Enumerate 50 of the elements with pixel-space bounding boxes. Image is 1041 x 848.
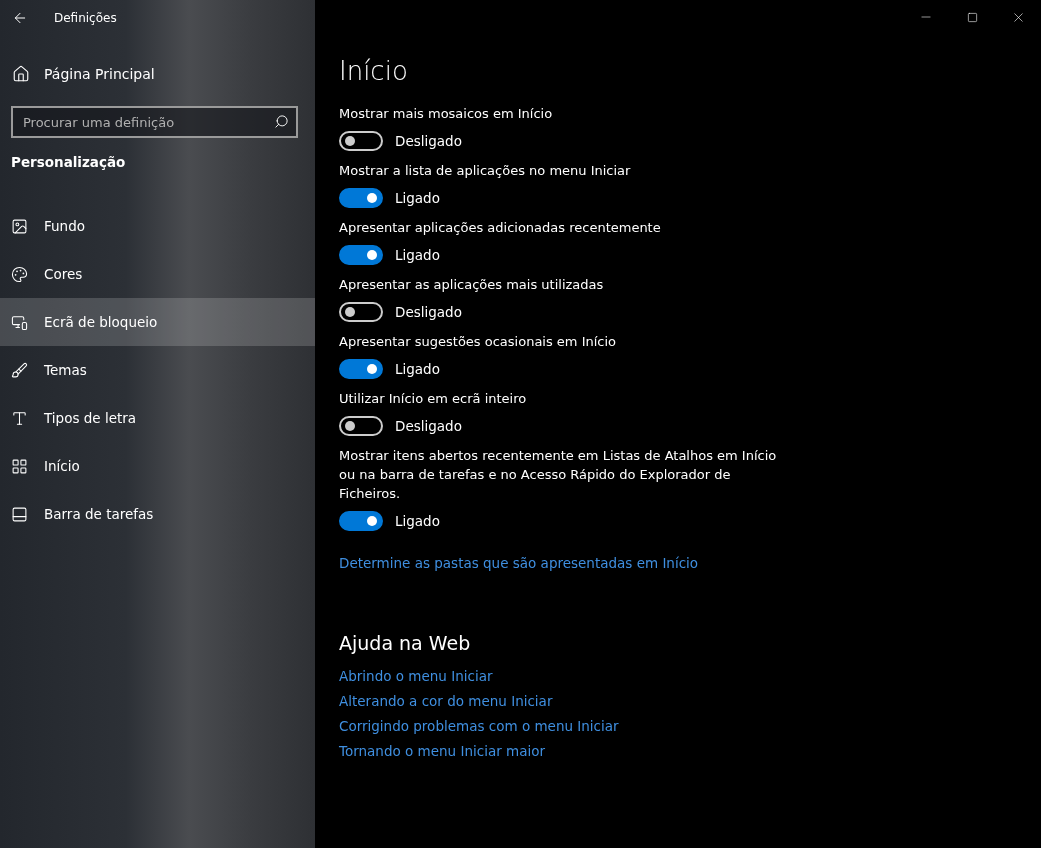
- monitor-icon: [11, 313, 28, 331]
- toggle-state: Ligado: [395, 247, 440, 263]
- sidebar-item[interactable]: Temas: [0, 346, 315, 394]
- picture-icon: [11, 217, 28, 235]
- maximize-icon[interactable]: [966, 11, 978, 23]
- home-icon: [12, 65, 30, 83]
- setting-label: Utilizar Início em ecrã inteiro: [339, 390, 528, 408]
- sidebar-item[interactable]: Cores: [0, 250, 315, 298]
- folders-link[interactable]: Determine as pastas que são apresentadas em Início: [339, 555, 699, 571]
- window-title: Definições: [54, 11, 117, 25]
- sidebar-item[interactable]: Início: [0, 442, 315, 490]
- search-field[interactable]: Procurar uma definição: [11, 106, 298, 138]
- tiles-icon: [11, 457, 28, 475]
- toggle-state: Desligado: [395, 304, 462, 320]
- toggle-switch[interactable]: [339, 188, 383, 208]
- section-heading: Personalização: [10, 154, 127, 170]
- font-icon: [11, 409, 28, 427]
- toggle-state: Desligado: [395, 133, 462, 149]
- setting-label: Apresentar sugestões ocasionais em Início: [339, 333, 618, 351]
- help-link[interactable]: Tornando o menu Iniciar maior: [339, 743, 545, 759]
- setting-label: Mostrar mais mosaicos em Início: [339, 105, 554, 123]
- sidebar-item[interactable]: Ecrã de bloqueio: [0, 298, 315, 346]
- toggle-switch[interactable]: [339, 245, 383, 265]
- back-icon[interactable]: [12, 10, 28, 26]
- help-link[interactable]: Abrindo o menu Iniciar: [339, 668, 493, 684]
- toggle-switch[interactable]: [339, 511, 383, 531]
- setting-label: Apresentar as aplicações mais utilizadas: [339, 276, 605, 294]
- toggle-state: Ligado: [395, 190, 440, 206]
- setting-label: Apresentar aplicações adicionadas recentemente: [339, 219, 662, 237]
- toggle-switch[interactable]: [339, 302, 383, 322]
- palette-icon: [11, 265, 28, 283]
- brush-icon: [11, 361, 28, 379]
- home-link[interactable]: Página Principal: [0, 56, 315, 92]
- search-icon: [274, 114, 289, 129]
- setting-label: Mostrar itens abertos recentemente em Listas de Atalhos em Início ou na barra de tarefas e no Acesso Rápido do Explorador de Ficheiros.: [339, 447, 778, 503]
- sidebar-item[interactable]: Tipos de letra: [0, 394, 315, 442]
- toggle-state: Desligado: [395, 418, 462, 434]
- page-title: Início: [339, 56, 409, 86]
- sidebar-item[interactable]: Barra de tarefas: [0, 490, 315, 538]
- toggle-switch[interactable]: [339, 416, 383, 436]
- setting-label: Mostrar a lista de aplicações no menu Iniciar: [339, 162, 632, 180]
- toggle-switch[interactable]: [339, 359, 383, 379]
- toggle-switch[interactable]: [339, 131, 383, 151]
- sidebar-item[interactable]: Fundo: [0, 202, 315, 250]
- toggle-state: Ligado: [395, 361, 440, 377]
- taskbar-icon: [11, 505, 28, 523]
- help-heading: Ajuda na Web: [339, 632, 472, 654]
- help-link[interactable]: Corrigindo problemas com o menu Iniciar: [339, 718, 619, 734]
- help-link[interactable]: Alterando a cor do menu Iniciar: [339, 693, 553, 709]
- toggle-state: Ligado: [395, 513, 440, 529]
